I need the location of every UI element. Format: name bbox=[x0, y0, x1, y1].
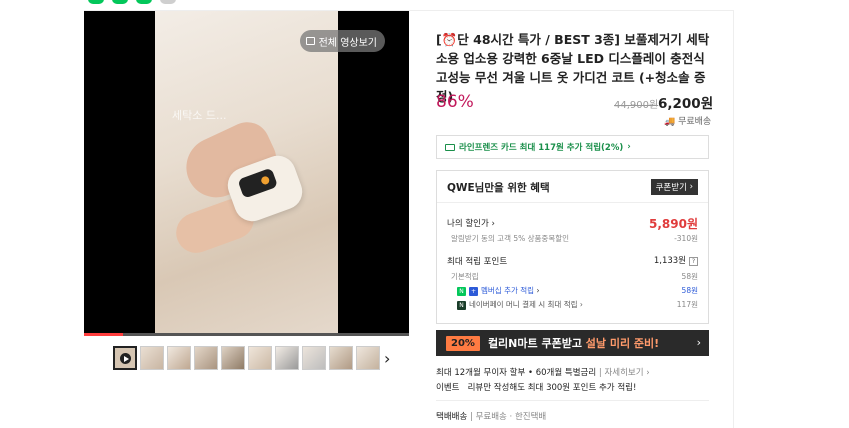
naverpay-label: 네이버페이 머니 결제 시 최대 적립 bbox=[469, 300, 578, 309]
plus-icon: + bbox=[469, 286, 478, 296]
delivery-info: 택배배송 | 무료배송 · 한진택배 bbox=[436, 412, 547, 422]
points-value: 1,133원 bbox=[653, 256, 686, 266]
green-dot-icon[interactable] bbox=[112, 0, 128, 4]
thumbnail-strip bbox=[113, 346, 380, 370]
promo-banner[interactable]: 20% 컬리N마트 쿠폰받고 설날 미리 준비! › bbox=[436, 330, 709, 356]
discount-rate: 86% bbox=[436, 92, 474, 112]
installment-info: 최대 12개월 무이자 할부 • 60개월 특별금리 | 자세히보기 › bbox=[436, 366, 650, 378]
chevron-right-icon: › bbox=[536, 286, 540, 295]
coupon-button[interactable]: 쿠폰받기 › bbox=[650, 179, 698, 195]
truck-icon: 🚚 bbox=[664, 117, 676, 127]
banner-text-main: 컬리N마트 쿠폰받고 bbox=[487, 337, 586, 350]
product-video[interactable]: 세탁소 드... 전체 영상보기 bbox=[84, 11, 409, 336]
installment-detail-label: 자세히보기 bbox=[604, 368, 644, 378]
membership-link[interactable]: N + 멤버십 추가 적립 › bbox=[457, 285, 539, 296]
card-icon bbox=[445, 143, 455, 151]
original-price: 44,900원 bbox=[614, 100, 659, 111]
benefit-box: QWE님만을 위한 혜택 쿠폰받기 › 나의 할인가 › 5,890원 알림받기… bbox=[436, 170, 709, 324]
my-discount-link[interactable]: 나의 할인가 › bbox=[447, 217, 495, 229]
installment-detail-link[interactable]: | 자세히보기 › bbox=[599, 368, 650, 378]
banner-percent-badge: 20% bbox=[446, 335, 480, 351]
chevron-right-icon[interactable]: › bbox=[384, 349, 390, 368]
membership-value: 58원 bbox=[681, 286, 698, 295]
basic-points-label: 기본적립 bbox=[451, 272, 479, 281]
shipping-info: 🚚 무료배송 bbox=[664, 114, 711, 127]
card-promo-label: 라인프렌즈 카드 최대 117원 추가 적립(2%) bbox=[459, 143, 624, 153]
my-discount-price: 5,890원 bbox=[649, 217, 698, 231]
sale-price: 6,200원 bbox=[658, 96, 714, 112]
banner-text: 컬리N마트 쿠폰받고 설날 미리 준비! bbox=[488, 335, 659, 351]
thumbnail-video[interactable] bbox=[113, 346, 137, 370]
benefit-header: QWE님만을 위한 혜택 쿠폰받기 › bbox=[437, 171, 708, 203]
naverpay-icon: N bbox=[457, 300, 466, 310]
video-progress-bar[interactable] bbox=[84, 333, 409, 336]
video-frame bbox=[155, 11, 338, 336]
chevron-right-icon: › bbox=[491, 219, 495, 229]
product-page: 세탁소 드... 전체 영상보기 › [⏰단 48시간 특가 / BEST 3종… bbox=[0, 0, 849, 428]
full-video-button[interactable]: 전체 영상보기 bbox=[299, 30, 385, 52]
naver-n-icon: N bbox=[457, 286, 466, 296]
banner-text-highlight: 설날 미리 준비! bbox=[585, 337, 660, 350]
thumbnail-image[interactable] bbox=[140, 346, 164, 370]
chevron-right-icon: › bbox=[696, 336, 701, 349]
top-menu-icons bbox=[88, 0, 176, 4]
gray-dot-icon[interactable] bbox=[160, 0, 176, 4]
delivery-company: 한진택배 bbox=[514, 412, 547, 422]
video-overlay-text: 세탁소 드... bbox=[172, 109, 227, 122]
green-dot-icon[interactable] bbox=[136, 0, 152, 4]
membership-label: 멤버십 추가 적립 bbox=[481, 286, 535, 295]
naverpay-link[interactable]: N 네이버페이 머니 결제 시 최대 적립 › bbox=[457, 299, 583, 310]
basic-points-value: 58원 bbox=[681, 272, 698, 281]
video-icon bbox=[305, 37, 315, 45]
thumbnail-image[interactable] bbox=[275, 346, 299, 370]
event-text: 리뷰만 작성해도 최대 300원 포인트 추가 적립! bbox=[467, 383, 637, 393]
device-display bbox=[237, 167, 279, 199]
chevron-right-icon: › bbox=[627, 142, 631, 152]
chevron-right-icon: › bbox=[689, 182, 693, 192]
event-label: 이벤트 bbox=[436, 383, 460, 393]
help-icon[interactable]: ? bbox=[689, 257, 698, 266]
my-discount-label: 나의 할인가 bbox=[447, 219, 489, 229]
my-discount-note-value: -310원 bbox=[674, 234, 698, 243]
clock-icon: ⏰ bbox=[441, 32, 458, 47]
naverpay-value: 117원 bbox=[676, 300, 698, 309]
thumbnail-image[interactable] bbox=[221, 346, 245, 370]
benefit-title: QWE님만을 위한 혜택 bbox=[447, 182, 550, 194]
points-value-wrap: 1,133원? bbox=[654, 254, 698, 266]
my-discount-note: 알림받기 동의 고객 5% 상품중복할인 bbox=[451, 234, 570, 243]
card-promo[interactable]: 라인프렌즈 카드 최대 117원 추가 적립(2%) › bbox=[436, 135, 709, 159]
event-info: 이벤트 리뷰만 작성해도 최대 300원 포인트 추가 적립! bbox=[436, 381, 636, 393]
coupon-button-label: 쿠폰받기 bbox=[655, 183, 687, 193]
thumbnail-image[interactable] bbox=[329, 346, 353, 370]
delivery-free: 무료배송 bbox=[475, 412, 507, 422]
thumbnail-image[interactable] bbox=[194, 346, 218, 370]
shipping-label: 무료배송 bbox=[678, 117, 712, 127]
video-progress-fill bbox=[84, 333, 123, 336]
right-divider bbox=[733, 10, 734, 428]
section-divider bbox=[436, 400, 709, 401]
thumbnail-image[interactable] bbox=[356, 346, 380, 370]
play-icon bbox=[120, 353, 131, 364]
thumbnail-image[interactable] bbox=[167, 346, 191, 370]
green-dot-icon[interactable] bbox=[88, 0, 104, 4]
points-label: 최대 적립 포인트 bbox=[447, 257, 508, 267]
chevron-right-icon: › bbox=[579, 300, 583, 309]
installment-text: 최대 12개월 무이자 할부 • 60개월 특별금리 bbox=[436, 368, 597, 378]
full-video-label: 전체 영상보기 bbox=[318, 37, 377, 49]
delivery-label: 택배배송 bbox=[436, 412, 468, 422]
thumbnail-image[interactable] bbox=[302, 346, 326, 370]
thumbnail-image[interactable] bbox=[248, 346, 272, 370]
